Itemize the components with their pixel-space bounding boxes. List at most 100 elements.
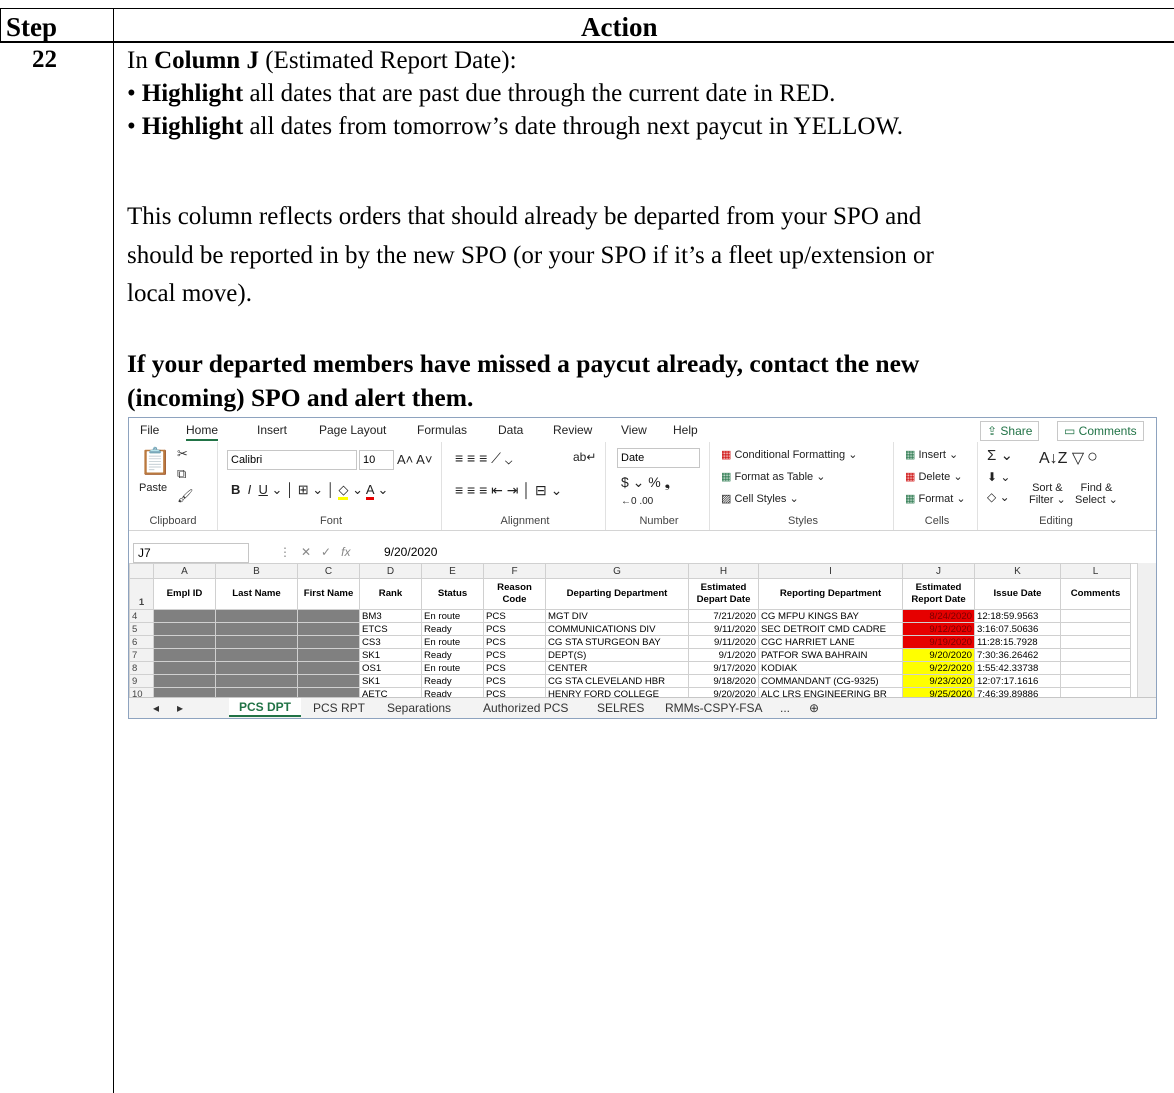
header-cell[interactable]: Estimated Report Date <box>902 578 975 610</box>
row-header[interactable]: 4 <box>129 609 154 623</box>
redacted-last-name[interactable] <box>215 635 298 649</box>
grow-font-icon[interactable]: A˄ A˅ <box>397 452 432 467</box>
header-cell[interactable]: Rank <box>359 578 422 610</box>
header-cell[interactable]: Empl ID <box>153 578 216 610</box>
comments-cell[interactable] <box>1060 622 1131 636</box>
comments-cell[interactable] <box>1060 674 1131 688</box>
report-date-cell[interactable]: 9/22/2020 <box>902 661 975 675</box>
column-header-e[interactable]: E <box>421 563 484 579</box>
departing-department-cell[interactable]: CENTER <box>545 661 689 675</box>
format-as-table-button[interactable]: ▦ Format as Table ⌄ <box>721 470 825 483</box>
column-header-i[interactable]: I <box>758 563 903 579</box>
column-header-c[interactable]: C <box>297 563 360 579</box>
depart-date-cell[interactable]: 9/11/2020 <box>688 622 759 636</box>
scroll-tabs-right-icon[interactable]: ▸ <box>177 701 183 715</box>
comments-cell[interactable] <box>1060 635 1131 649</box>
format-cells-button[interactable]: ▦ Format ⌄ <box>905 492 966 505</box>
redacted-empl-id[interactable] <box>153 609 216 623</box>
depart-date-cell[interactable]: 9/1/2020 <box>688 648 759 662</box>
menu-insert[interactable]: Insert <box>257 423 287 437</box>
column-header-k[interactable]: K <box>974 563 1061 579</box>
column-header-l[interactable]: L <box>1060 563 1131 579</box>
header-cell[interactable]: Reporting Department <box>758 578 903 610</box>
formula-bar-icons[interactable]: ⋮ ✕ ✓ fx <box>279 545 350 559</box>
sheet-tab-pcs-rpt[interactable]: PCS RPT <box>313 701 365 715</box>
status-cell[interactable]: En route <box>421 635 484 649</box>
redacted-empl-id[interactable] <box>153 648 216 662</box>
redacted-empl-id[interactable] <box>153 635 216 649</box>
menu-view[interactable]: View <box>621 423 647 437</box>
name-box[interactable]: J7 <box>133 543 249 563</box>
redacted-last-name[interactable] <box>215 661 298 675</box>
menu-help[interactable]: Help <box>673 423 698 437</box>
paste-button[interactable]: Paste <box>139 482 167 494</box>
copy-icon[interactable]: ⧉ <box>177 466 186 482</box>
column-header-a[interactable]: A <box>153 563 216 579</box>
header-cell[interactable]: Status <box>421 578 484 610</box>
redacted-last-name[interactable] <box>215 609 298 623</box>
report-date-cell[interactable]: 8/24/2020 <box>902 609 975 623</box>
redacted-first-name[interactable] <box>297 622 360 636</box>
redacted-first-name[interactable] <box>297 648 360 662</box>
comments-cell[interactable] <box>1060 661 1131 675</box>
reason-code-cell[interactable]: PCS <box>483 609 546 623</box>
depart-date-cell[interactable]: 9/18/2020 <box>688 674 759 688</box>
departing-department-cell[interactable]: MGT DIV <box>545 609 689 623</box>
clear-icon[interactable]: ◇ ⌄ <box>987 490 1010 504</box>
sheet-tab-rmms[interactable]: RMMs-CSPY-FSA <box>665 701 763 715</box>
issue-date-cell[interactable]: 7:30:36.26462 <box>974 648 1061 662</box>
vertical-scrollbar[interactable] <box>1137 563 1156 697</box>
redacted-first-name[interactable] <box>297 635 360 649</box>
menu-file[interactable]: File <box>140 423 159 437</box>
reporting-department-cell[interactable]: SEC DETROIT CMD CADRE <box>758 622 903 636</box>
comments-button[interactable]: ▭ Comments <box>1057 421 1144 441</box>
row-header[interactable]: 1 <box>129 578 154 610</box>
find-select-button[interactable]: Find & Select ⌄ <box>1075 482 1118 506</box>
depart-date-cell[interactable]: 9/11/2020 <box>688 635 759 649</box>
row-header[interactable]: 5 <box>129 622 154 636</box>
rank-cell[interactable]: CS3 <box>359 635 422 649</box>
header-cell[interactable]: First Name <box>297 578 360 610</box>
status-cell[interactable]: En route <box>421 609 484 623</box>
formula-input[interactable]: 9/20/2020 <box>384 545 437 559</box>
header-cell[interactable]: Estimated Depart Date <box>688 578 759 610</box>
select-all-corner[interactable] <box>129 563 154 579</box>
row-header[interactable]: 6 <box>129 635 154 649</box>
decimal-icons[interactable]: ←0 .00 <box>621 496 653 507</box>
cell-styles-button[interactable]: ▨ Cell Styles ⌄ <box>721 492 799 505</box>
issue-date-cell[interactable]: 12:07:17.1616 <box>974 674 1061 688</box>
reason-code-cell[interactable]: PCS <box>483 674 546 688</box>
font-style-buttons[interactable]: B I U ⌄ │ ⊞ ⌄ │ ◇ ⌄ A ⌄ <box>231 482 388 500</box>
status-cell[interactable]: En route <box>421 661 484 675</box>
reporting-department-cell[interactable]: PATFOR SWA BAHRAIN <box>758 648 903 662</box>
status-cell[interactable]: Ready <box>421 674 484 688</box>
menu-page-layout[interactable]: Page Layout <box>319 423 386 437</box>
number-format-select[interactable]: Date <box>617 448 700 468</box>
status-cell[interactable]: Ready <box>421 622 484 636</box>
format-painter-icon[interactable]: 🖌 <box>177 488 194 504</box>
currency-percent-icons[interactable]: $ ⌄ % ❟ <box>621 474 670 491</box>
scroll-tabs-left-icon[interactable]: ◂ <box>153 701 159 715</box>
comments-cell[interactable] <box>1060 648 1131 662</box>
sort-filter-icon[interactable]: A↓Z ▽ <box>1039 448 1084 468</box>
menu-review[interactable]: Review <box>553 423 592 437</box>
font-name-select[interactable]: Calibri <box>227 450 357 470</box>
font-size-select[interactable]: 10 <box>359 450 394 470</box>
redacted-last-name[interactable] <box>215 622 298 636</box>
autosum-icon[interactable]: Σ ⌄ <box>987 446 1013 464</box>
horizontal-align-icons[interactable]: ≡ ≡ ≡ ⇤ ⇥ │ ⊟ ⌄ <box>455 482 562 499</box>
reporting-department-cell[interactable]: CG MFPU KINGS BAY <box>758 609 903 623</box>
redacted-empl-id[interactable] <box>153 661 216 675</box>
redacted-last-name[interactable] <box>215 648 298 662</box>
reason-code-cell[interactable]: PCS <box>483 622 546 636</box>
column-header-b[interactable]: B <box>215 563 298 579</box>
header-cell[interactable]: Comments <box>1060 578 1131 610</box>
sheet-tab-separations[interactable]: Separations <box>387 701 451 715</box>
redacted-empl-id[interactable] <box>153 674 216 688</box>
reason-code-cell[interactable]: PCS <box>483 648 546 662</box>
redacted-first-name[interactable] <box>297 609 360 623</box>
menu-home[interactable]: Home <box>186 423 219 441</box>
insert-cells-button[interactable]: ▦ Insert ⌄ <box>905 448 958 461</box>
column-header-f[interactable]: F <box>483 563 546 579</box>
vertical-align-icons[interactable]: ≡ ≡ ≡ ⟋ ⌄ <box>455 450 512 467</box>
